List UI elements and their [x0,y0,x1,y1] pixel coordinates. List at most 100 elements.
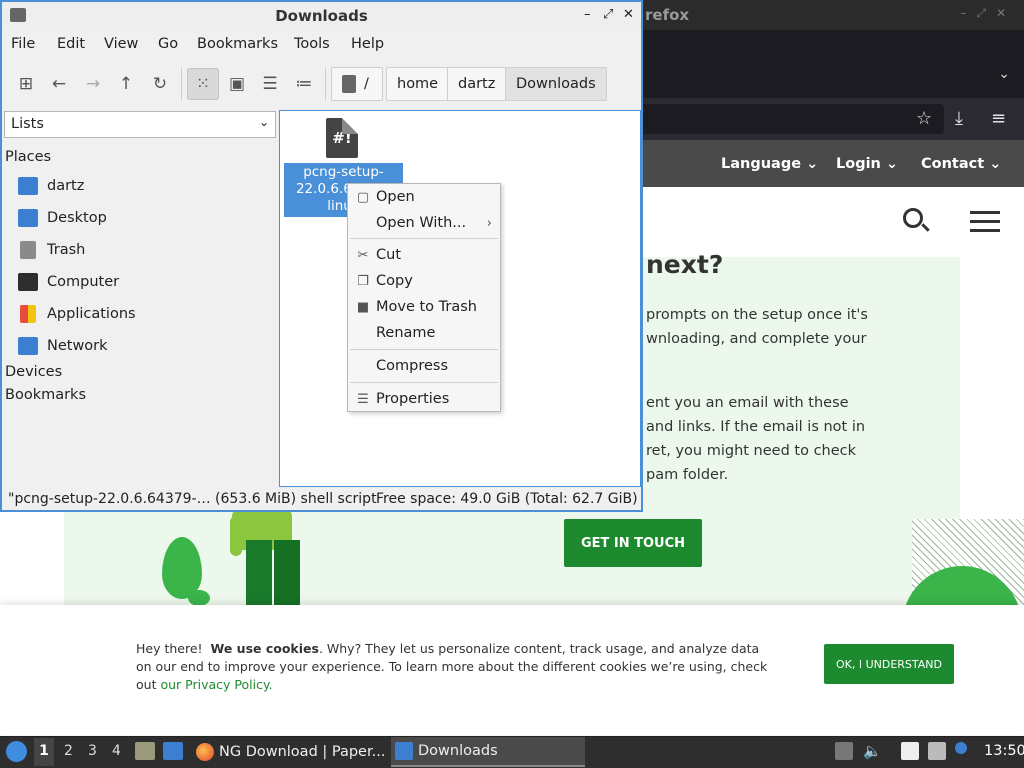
toolbar-separator [181,68,182,100]
illustration-person-leg [274,540,300,606]
context-menu: ▢ Open Open With... › ✂ Cut ❐ Copy ■ Move to … [347,183,501,412]
window-title: Downloads [275,7,368,25]
firefox-icon [196,743,214,761]
bookmark-star-icon[interactable]: ☆ [916,108,932,129]
maximize-icon[interactable]: ⤢ [603,7,613,22]
workspace-2[interactable]: 2 [64,743,73,759]
menu-bookmarks[interactable]: Bookmarks [197,36,278,52]
firefox-window-title: refox [645,6,690,24]
sidebar-mode-select[interactable]: Lists ⌄ [4,111,276,138]
sidebar-header-devices[interactable]: Devices [5,364,62,380]
workspace-1[interactable]: 1 [34,738,54,766]
illustration-leaf [188,590,210,606]
sidebar-header-bookmarks[interactable]: Bookmarks [5,387,86,403]
content-paragraph: ent you an email with these and links. I… [646,395,866,483]
context-menu-compress[interactable]: Compress [348,354,500,378]
show-desktop-icon[interactable] [163,742,183,760]
nav-language[interactable]: Language ⌄ [721,156,818,172]
submenu-arrow-icon: › [486,215,492,231]
taskbar-task-downloads[interactable]: Downloads [391,737,585,767]
open-icon: ▢ [356,189,370,205]
home-folder-icon [18,177,38,195]
sidebar-item-applications[interactable]: Applications [18,302,136,326]
forward-icon[interactable]: → [77,68,109,100]
privacy-policy-link[interactable]: our Privacy Policy. [160,677,272,692]
status-selected-file: "pcng-setup-22.0.6.64379-… (653.6 MiB) s… [8,491,377,507]
taskbar-task-firefox[interactable]: NG Download | Paper... [192,737,388,767]
app-menu-icon[interactable]: ≡ [991,108,1006,129]
breadcrumb-home[interactable]: home [386,67,450,101]
context-menu-cut[interactable]: ✂ Cut [348,243,500,267]
breadcrumb-root[interactable]: / [331,67,383,101]
context-menu-rename[interactable]: Rename [348,321,500,345]
firefox-window-controls[interactable]: –⤢✕ [960,6,1016,21]
breadcrumb-downloads[interactable]: Downloads [505,67,607,101]
accept-cookies-button[interactable]: OK, I UNDERSTAND [824,644,954,684]
compact-view-icon[interactable]: ☰ [254,68,286,100]
network-icon [18,337,38,355]
copy-icon: ❐ [357,273,369,289]
detail-view-icon[interactable]: ≔ [288,68,320,100]
sidebar-item-network[interactable]: Network [18,334,108,358]
workspace-4[interactable]: 4 [112,743,121,759]
start-menu-icon[interactable] [6,741,27,762]
reload-icon[interactable]: ↻ [144,68,176,100]
update-tray-icon[interactable] [955,742,967,754]
content-heading: next? [646,250,724,279]
desktop-icon [18,209,38,227]
back-icon[interactable]: ← [43,68,75,100]
content-paragraph: prompts on the setup once it's wnloading… [646,307,868,347]
nav-contact[interactable]: Contact ⌄ [921,156,1001,172]
context-menu-move-to-trash[interactable]: ■ Move to Trash [348,295,500,319]
file-manager-launcher-icon[interactable] [135,742,155,760]
context-menu-properties[interactable]: ☰ Properties [348,387,500,411]
close-icon[interactable]: ✕ [623,7,634,22]
nav-login[interactable]: Login ⌄ [836,156,898,172]
volume-icon[interactable]: 🔈 [863,742,882,760]
cookie-message: Hey there! We use cookies. Why? They let… [136,641,768,692]
clock[interactable]: 13:50 [984,743,1024,759]
toolbar-separator [325,68,326,100]
menu-edit[interactable]: Edit [57,36,85,52]
menu-separator [350,382,498,383]
get-in-touch-button[interactable]: GET IN TOUCH [564,519,702,567]
sidebar-item-trash[interactable]: Trash [18,238,85,262]
workspace-3[interactable]: 3 [88,743,97,759]
tab-list-chevron-icon[interactable]: ⌄ [998,66,1010,82]
computer-icon [18,273,38,291]
downloads-icon[interactable]: ⤓ [955,108,963,129]
chevron-down-icon: ⌄ [258,115,269,129]
properties-icon: ☰ [357,391,369,407]
new-tab-icon[interactable]: ⊞ [10,68,42,100]
icon-view-icon[interactable]: ⁙ [187,68,219,100]
menu-tools[interactable]: Tools [294,36,330,52]
up-icon[interactable]: ↑ [110,68,142,100]
sidebar-item-desktop[interactable]: Desktop [18,206,107,230]
status-free-space: Free space: 49.0 GiB (Total: 62.7 GiB) [376,491,638,507]
notes-tray-icon[interactable] [901,742,919,760]
breadcrumb-dartz[interactable]: dartz [447,67,507,101]
sidebar-item-dartz[interactable]: dartz [18,174,84,198]
file-manager-titlebar[interactable]: Downloads – ⤢ ✕ [2,2,641,30]
search-icon[interactable] [903,208,923,228]
trash-icon: ■ [356,299,370,315]
menu-file[interactable]: File [11,36,35,52]
sidebar-item-computer[interactable]: Computer [18,270,119,294]
hamburger-menu-icon[interactable] [970,211,1000,233]
minimize-icon[interactable]: – [584,7,591,22]
menu-separator [350,238,498,239]
context-menu-copy[interactable]: ❐ Copy [348,269,500,293]
thumbnail-view-icon[interactable]: ▣ [221,68,253,100]
menu-view[interactable]: View [104,36,138,52]
applications-icon [20,305,36,323]
network-tray-icon[interactable] [928,742,946,760]
shell-script-file-icon[interactable]: #! [326,118,358,158]
cut-icon: ✂ [357,247,369,263]
clipboard-tray-icon[interactable] [835,742,853,760]
context-menu-open-with[interactable]: Open With... › [348,211,500,235]
context-menu-open[interactable]: ▢ Open [348,185,500,209]
menu-help[interactable]: Help [351,36,384,52]
menu-go[interactable]: Go [158,36,178,52]
url-bar[interactable] [600,104,944,134]
illustration-person-leg [246,540,272,606]
